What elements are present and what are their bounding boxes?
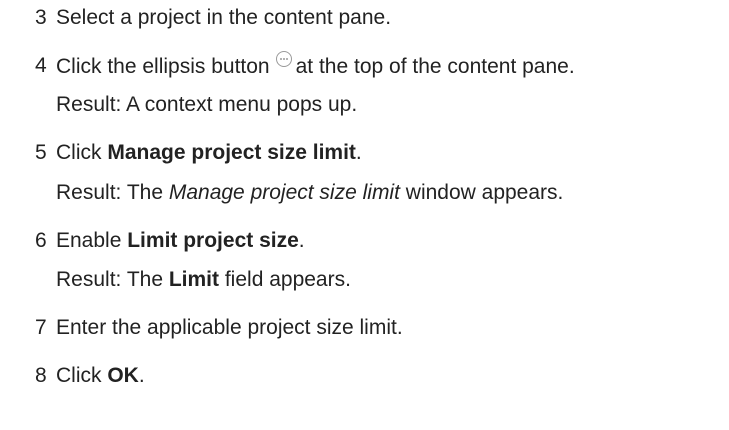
result-prefix: Result: The <box>56 181 169 204</box>
step-number: 3 <box>35 6 47 29</box>
step-number: 5 <box>35 141 47 164</box>
step-prefix: Enable <box>56 229 128 252</box>
step-result: Result: The Manage project size limit wi… <box>56 178 563 208</box>
step-text: Click Manage project size limit. <box>56 138 362 168</box>
step-prefix: Click <box>56 364 108 387</box>
ellipsis-icon <box>275 51 292 67</box>
ui-term: Limit project size <box>127 229 299 252</box>
step-number: 4 <box>35 54 47 77</box>
step-suffix: . <box>138 364 145 387</box>
ui-term: Manage project size limit <box>107 141 356 164</box>
procedure-steps: 3 Select a project in the content pane. … <box>0 0 729 430</box>
step-text: Select a project in the content pane. <box>56 6 392 29</box>
step-number: 8 <box>35 364 47 387</box>
step-text-after-icon: at the top of the content pane. <box>295 55 575 78</box>
field-name: Limit <box>168 268 220 291</box>
window-name: Manage project size limit <box>168 181 400 204</box>
step-text: Click OK. <box>56 361 145 391</box>
ui-term: OK <box>107 364 139 387</box>
step-text: Click the ellipsis button at the top of t… <box>56 51 575 82</box>
step-suffix: . <box>355 141 362 164</box>
step-number: 7 <box>35 316 47 339</box>
step-text-before-icon: Click the ellipsis button <box>56 55 270 78</box>
step-result: Result: A context menu pops up. <box>56 93 358 116</box>
step-text: Enable Limit project size. <box>56 226 305 256</box>
result-suffix: field appears. <box>219 268 351 291</box>
result-prefix: Result: The <box>56 268 169 291</box>
result-suffix: window appears. <box>399 181 564 204</box>
step-number: 6 <box>35 229 47 252</box>
step-suffix: . <box>298 229 305 252</box>
step-result: Result: The Limit field appears. <box>56 265 351 295</box>
step-text: Enter the applicable project size limit. <box>56 316 403 339</box>
step-prefix: Click <box>56 141 108 164</box>
